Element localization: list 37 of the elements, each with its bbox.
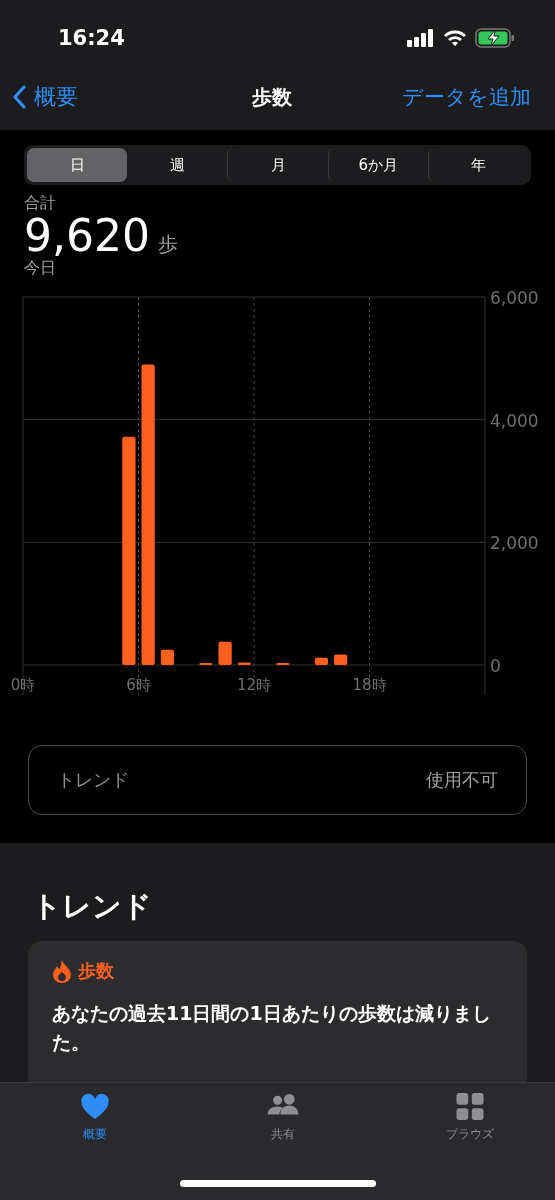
- trend-status: 使用不可: [426, 768, 498, 792]
- tab-bar-item[interactable]: ブラウズ: [425, 1093, 515, 1143]
- trend-row[interactable]: トレンド 使用不可: [28, 745, 527, 815]
- y-axis-label: 6,000: [490, 288, 539, 308]
- back-button[interactable]: 概要: [12, 82, 252, 112]
- screen-title: 歩数: [251, 83, 292, 111]
- trend-message: あなたの過去11日間の1日あたりの歩数は減りました。: [52, 1001, 492, 1055]
- y-axis-label: 2,000: [490, 533, 539, 554]
- battery-charging-icon: [475, 28, 515, 48]
- tab-bar-item[interactable]: 共有: [237, 1093, 328, 1143]
- y-axis-label: 4,000: [490, 410, 539, 431]
- period-tab[interactable]: 週: [127, 148, 228, 182]
- status-time: 16:24: [58, 26, 125, 50]
- x-axis-label: 12時: [236, 676, 272, 694]
- total-label: 合計: [24, 193, 56, 214]
- x-axis-label: 0時: [10, 676, 36, 694]
- signal-icon: [407, 29, 435, 47]
- trend-label: トレンド: [57, 768, 129, 792]
- x-axis-label: 18時: [352, 676, 387, 694]
- add-data-link[interactable]: データを追加: [402, 83, 531, 111]
- period-label: 今日: [24, 258, 56, 279]
- unit-label: 歩: [157, 234, 178, 254]
- trend-card[interactable]: 歩数 あなたの過去11日間の1日あたりの歩数は減りました。: [28, 941, 527, 1082]
- flame-icon: [52, 959, 72, 983]
- card-category: 歩数: [78, 959, 114, 983]
- back-chevron-icon: [12, 85, 26, 109]
- step-total: 9,620: [24, 214, 150, 258]
- section-heading: トレンド: [32, 888, 152, 925]
- tab-bar-item[interactable]: 概要: [50, 1093, 140, 1143]
- period-tab[interactable]: 年: [427, 148, 528, 182]
- period-tab[interactable]: 月: [227, 148, 328, 182]
- y-axis-label: 0: [490, 656, 501, 676]
- wifi-icon: [443, 29, 467, 47]
- heart-icon: [78, 1093, 112, 1120]
- period-tab[interactable]: 6か月: [327, 148, 428, 182]
- x-axis-label: 6時: [126, 676, 151, 694]
- period-tab[interactable]: 日: [27, 148, 128, 182]
